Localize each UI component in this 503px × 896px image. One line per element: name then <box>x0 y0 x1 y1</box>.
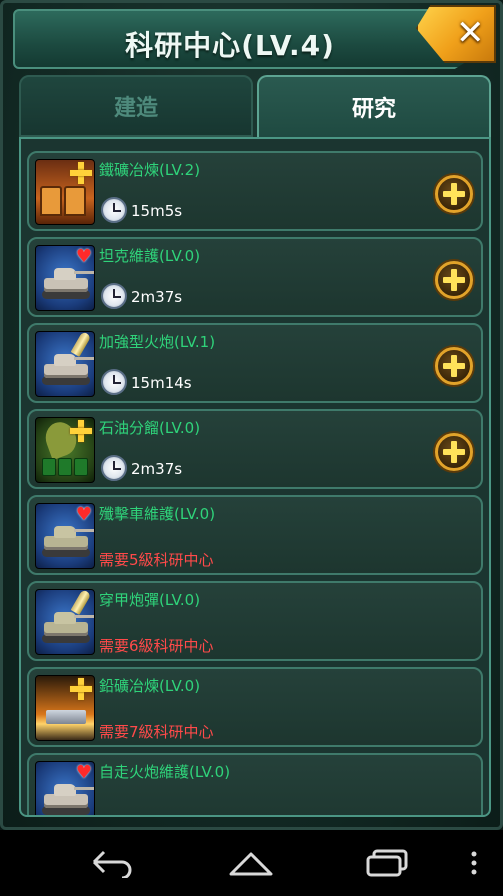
research-button[interactable] <box>435 433 473 471</box>
requirement-text: 需要6級科研中心 <box>99 637 214 655</box>
research-button[interactable] <box>435 261 473 299</box>
heart-icon: ♥ <box>75 504 92 525</box>
research-button[interactable] <box>435 175 473 213</box>
plus-icon <box>443 441 465 463</box>
self-propelled-gun-icon: ♥ <box>35 761 95 815</box>
research-center-window: 科研中心(LV.4) ✕ 建造 研究 鐵礦冶煉(LV.2) 15m5s ♥ 坦克… <box>0 0 503 830</box>
research-name: 穿甲炮彈(LV.0) <box>99 591 201 609</box>
research-name: 殲擊車維護(LV.0) <box>99 505 216 523</box>
iron-smelting-icon <box>35 159 95 225</box>
tab-build-label: 建造 <box>113 96 158 121</box>
research-name: 自走火炮維護(LV.0) <box>99 763 231 781</box>
heart-icon: ♥ <box>75 762 92 783</box>
clock-icon <box>101 369 127 395</box>
plus-badge-icon <box>70 420 92 442</box>
research-button[interactable] <box>435 347 473 385</box>
plus-icon <box>443 355 465 377</box>
plus-badge-icon <box>70 678 92 700</box>
list-item: 鉛礦冶煉(LV.0) 需要7級科研中心 <box>27 667 483 747</box>
research-name: 坦克維護(LV.0) <box>99 247 201 265</box>
clock-icon <box>101 197 127 223</box>
plus-badge-icon <box>70 162 92 184</box>
home-icon[interactable] <box>228 848 274 878</box>
armor-piercing-icon <box>35 589 95 655</box>
oil-refining-icon <box>35 417 95 483</box>
window-header: 科研中心(LV.4) <box>13 9 483 69</box>
list-item: 石油分餾(LV.0) 2m37s <box>27 409 483 489</box>
research-time: 2m37s <box>131 460 183 478</box>
requirement-text: 需要7級科研中心 <box>99 723 214 741</box>
tank-icon: ♥ <box>35 245 95 311</box>
research-name: 鉛礦冶煉(LV.0) <box>99 677 201 695</box>
overflow-menu-icon[interactable] <box>468 848 480 878</box>
tab-build[interactable]: 建造 <box>19 75 253 137</box>
list-item: ♥ 坦克維護(LV.0) 2m37s <box>27 237 483 317</box>
list-item: 穿甲炮彈(LV.0) 需要6級科研中心 <box>27 581 483 661</box>
plus-icon <box>443 183 465 205</box>
list-item: ♥ 自走火炮維護(LV.0) <box>27 753 483 815</box>
tab-research-label: 研究 <box>351 97 396 122</box>
research-name: 加強型火炮(LV.1) <box>99 333 216 351</box>
tank-destroyer-icon: ♥ <box>35 503 95 569</box>
page-title: 科研中心(LV.4) <box>125 29 335 62</box>
heart-icon: ♥ <box>75 246 92 267</box>
shell-icon <box>70 332 92 357</box>
clock-icon <box>101 283 127 309</box>
close-icon: ✕ <box>456 13 485 53</box>
plus-icon <box>443 269 465 291</box>
research-time: 15m5s <box>131 202 183 220</box>
recent-apps-icon[interactable] <box>364 848 410 878</box>
back-icon[interactable] <box>90 848 134 878</box>
shell-icon <box>70 590 92 615</box>
clock-icon <box>101 455 127 481</box>
tab-research[interactable]: 研究 <box>257 75 491 137</box>
research-list[interactable]: 鐵礦冶煉(LV.2) 15m5s ♥ 坦克維護(LV.0) 2m37s 加強型火… <box>19 137 491 817</box>
lead-smelting-icon <box>35 675 95 741</box>
research-time: 15m14s <box>131 374 192 392</box>
research-name: 石油分餾(LV.0) <box>99 419 201 437</box>
research-time: 2m37s <box>131 288 183 306</box>
research-name: 鐵礦冶煉(LV.2) <box>99 161 201 179</box>
system-navigation-bar <box>0 830 503 896</box>
list-item: 鐵礦冶煉(LV.2) 15m5s <box>27 151 483 231</box>
requirement-text: 需要5級科研中心 <box>99 551 214 569</box>
list-item: ♥ 殲擊車維護(LV.0) 需要5級科研中心 <box>27 495 483 575</box>
list-item: 加強型火炮(LV.1) 15m14s <box>27 323 483 403</box>
tank-cannon-icon <box>35 331 95 397</box>
